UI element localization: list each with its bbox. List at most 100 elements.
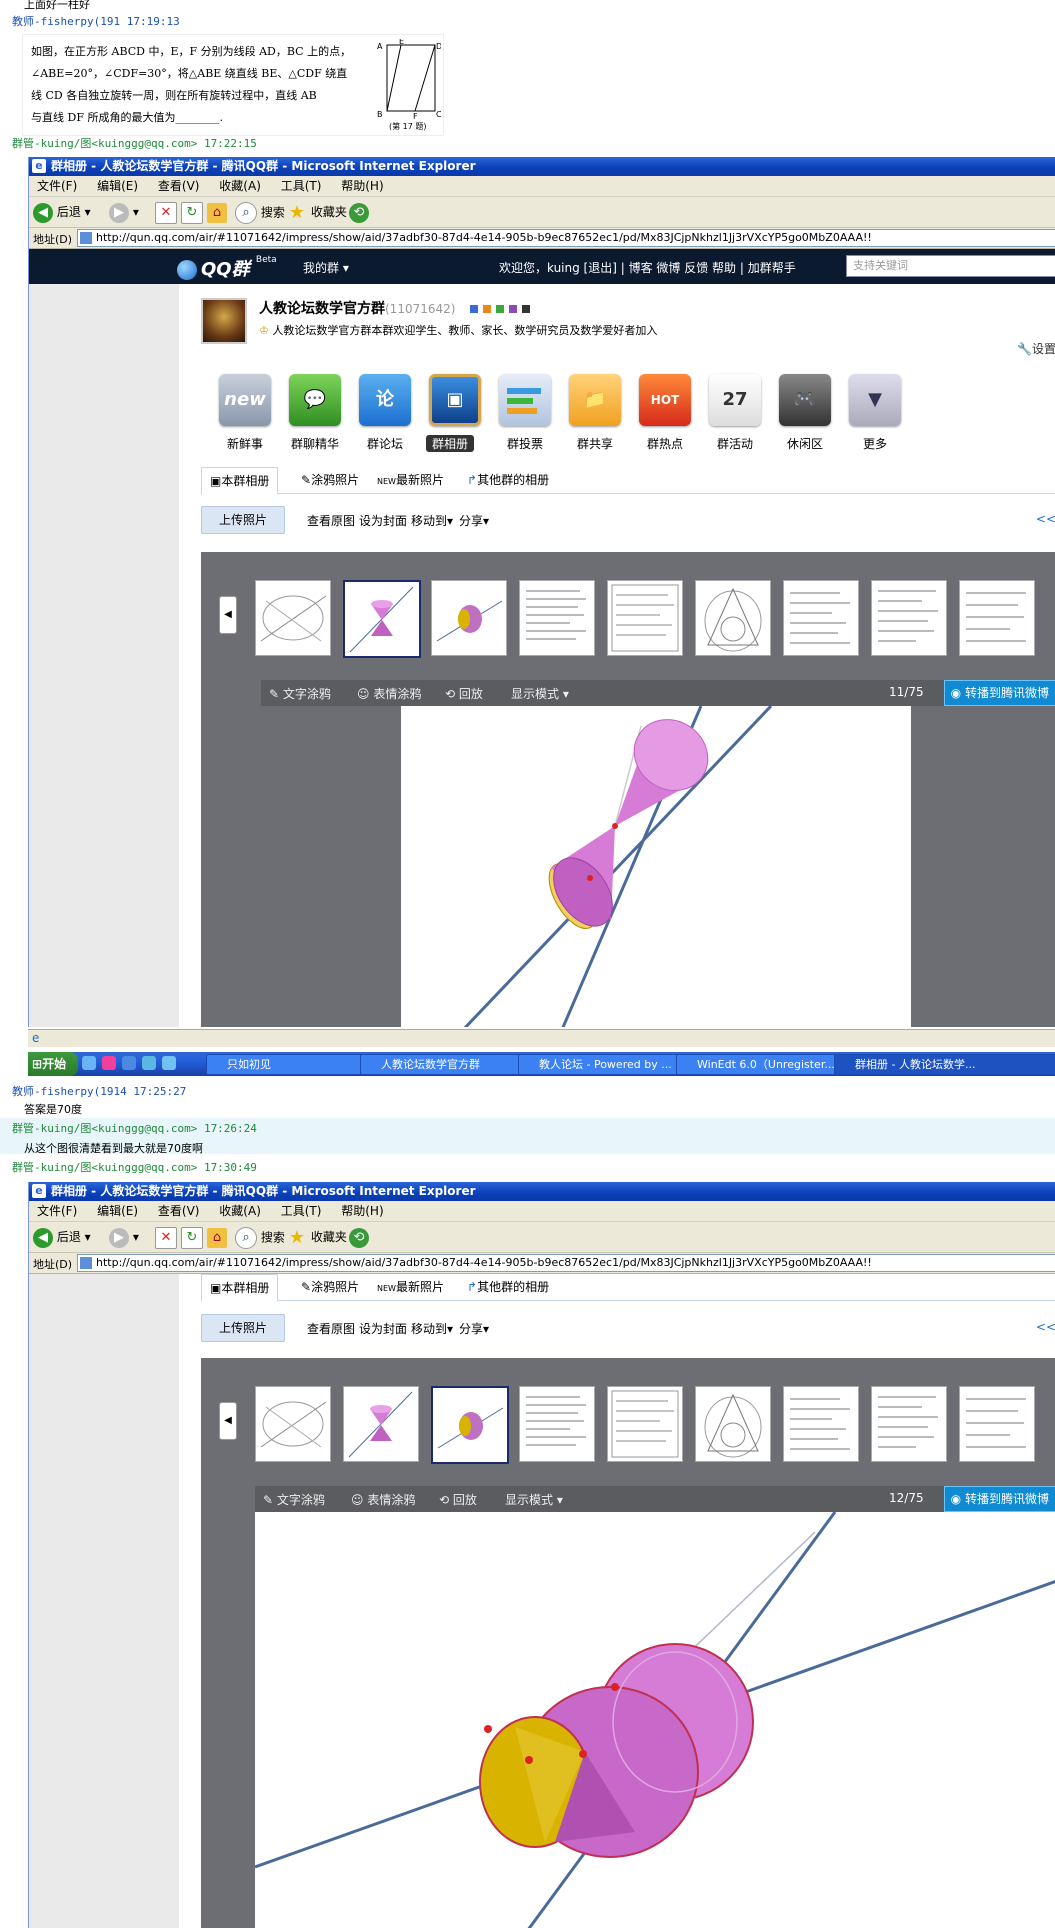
app-label-forum[interactable]: 群论坛	[349, 435, 421, 452]
thumbnail[interactable]	[871, 1386, 947, 1462]
thumbnail-selected[interactable]	[431, 1386, 509, 1464]
app-label-hot[interactable]: 群热点	[629, 435, 701, 452]
history-button[interactable]: ⟲	[349, 202, 369, 223]
tab-doodle[interactable]: ✎涂鸦照片	[293, 467, 367, 493]
thumbnail[interactable]	[343, 1386, 419, 1462]
favorites-button[interactable]: ★ 收藏夹	[287, 1227, 347, 1247]
thumbnail[interactable]	[431, 580, 507, 656]
group-search-input[interactable]: 支持关键词	[846, 255, 1055, 277]
forward-button[interactable]: ▶ ▾	[109, 1227, 139, 1248]
back-button[interactable]: ◀ 后退 ▾	[33, 1227, 91, 1248]
share-menu[interactable]: 分享▾	[459, 1320, 489, 1337]
task-button[interactable]: 人教论坛数学官方群	[360, 1054, 532, 1075]
thumbnail[interactable]	[695, 580, 771, 656]
quick-launch-icon[interactable]	[162, 1056, 176, 1070]
quick-launch-icon[interactable]	[82, 1056, 96, 1070]
tab-latest[interactable]: NEW最新照片	[369, 1274, 452, 1300]
start-button[interactable]: ⊞开始	[28, 1052, 78, 1076]
display-mode-menu[interactable]: 显示模式 ▾	[511, 685, 569, 702]
app-chat-icon[interactable]: 💬	[289, 374, 341, 426]
thumbnail[interactable]	[871, 580, 947, 656]
thumbnail[interactable]	[519, 580, 595, 656]
app-hot-icon[interactable]: HOT	[639, 374, 691, 426]
menu-view[interactable]: 查看(V)	[158, 176, 200, 196]
app-more-icon[interactable]: ▼	[849, 374, 901, 426]
task-button[interactable]: WinEdt 6.0（Unregister...	[676, 1054, 848, 1075]
welcome-links[interactable]: 欢迎您，kuing [退出] | 博客 微博 反馈 帮助 | 加群帮手	[499, 259, 796, 276]
search-button[interactable]: ⌕ 搜索	[235, 202, 285, 224]
qq-logo[interactable]: QQ群 Beta	[177, 255, 277, 281]
tab-other-albums[interactable]: ↱其他群的相册	[459, 1274, 557, 1300]
app-label-more[interactable]: 更多	[839, 435, 911, 452]
quick-launch-icon[interactable]	[142, 1056, 156, 1070]
display-mode-menu[interactable]: 显示模式 ▾	[505, 1491, 563, 1508]
view-original-link[interactable]: 查看原图	[307, 512, 355, 529]
replay-button[interactable]: ⟲ 回放	[439, 1491, 477, 1508]
app-label-activity[interactable]: 群活动	[699, 435, 771, 452]
back-button[interactable]: ◀ 后退 ▾	[33, 202, 91, 223]
thumbnail[interactable]	[607, 1386, 683, 1462]
thumb-prev-button[interactable]: ◀	[219, 596, 237, 634]
text-doodle-button[interactable]: ✎ 文字涂鸦	[263, 1491, 325, 1508]
app-news-icon[interactable]: new	[219, 374, 271, 426]
upload-photo-button[interactable]: 上传照片	[201, 506, 285, 534]
menu-view[interactable]: 查看(V)	[158, 1201, 200, 1221]
menu-edit[interactable]: 编辑(E)	[97, 176, 138, 196]
tab-this-album[interactable]: ▣本群相册	[201, 467, 279, 495]
view-original-link[interactable]: 查看原图	[307, 1320, 355, 1337]
thumbnail[interactable]	[695, 1386, 771, 1462]
app-forum-icon[interactable]: 论	[359, 374, 411, 426]
text-doodle-button[interactable]: ✎ 文字涂鸦	[269, 685, 331, 702]
thumbnail[interactable]	[783, 580, 859, 656]
menu-edit[interactable]: 编辑(E)	[97, 1201, 138, 1221]
tab-latest[interactable]: NEW最新照片	[369, 467, 452, 493]
app-game-icon[interactable]: 🎮	[779, 374, 831, 426]
thumbnail[interactable]	[959, 580, 1035, 656]
share-menu[interactable]: 分享▾	[459, 512, 489, 529]
menu-file[interactable]: 文件(F)	[37, 176, 77, 196]
upload-photo-button[interactable]: 上传照片	[201, 1314, 285, 1342]
thumbnail[interactable]	[255, 1386, 331, 1462]
thumbnail-selected[interactable]	[343, 580, 421, 658]
paging-prev[interactable]: <<	[1036, 1320, 1055, 1334]
task-button[interactable]: 只如初见	[206, 1054, 374, 1075]
refresh-button[interactable]: ↻	[181, 202, 203, 224]
app-share-folder-icon[interactable]: 📁	[569, 374, 621, 426]
thumbnail[interactable]	[519, 1386, 595, 1462]
menu-tools[interactable]: 工具(T)	[281, 1201, 322, 1221]
task-button-active[interactable]: 群相册 - 人教论坛数学...	[834, 1054, 1055, 1075]
share-weibo-button[interactable]: ◉ 转播到腾讯微博	[943, 1486, 1055, 1512]
forward-button[interactable]: ▶ ▾	[109, 202, 139, 223]
task-button[interactable]: 教人论坛 - Powered by ...	[518, 1054, 690, 1075]
home-button[interactable]: ⌂	[207, 202, 227, 223]
search-button[interactable]: ⌕ 搜索	[235, 1227, 285, 1249]
emoji-doodle-button[interactable]: ☺ 表情涂鸦	[357, 685, 421, 702]
app-album-icon[interactable]: ▣	[429, 374, 481, 426]
quick-launch-icon[interactable]	[122, 1056, 136, 1070]
move-to-menu[interactable]: 移动到▾	[411, 512, 453, 529]
stop-button[interactable]: ✕	[155, 1227, 177, 1249]
paging-prev[interactable]: <<	[1036, 512, 1055, 526]
stop-button[interactable]: ✕	[155, 202, 177, 224]
thumbnail[interactable]	[255, 580, 331, 656]
quick-launch-icon[interactable]	[102, 1056, 116, 1070]
tab-doodle[interactable]: ✎涂鸦照片	[293, 1274, 367, 1300]
move-to-menu[interactable]: 移动到▾	[411, 1320, 453, 1337]
share-weibo-button[interactable]: ◉ 转播到腾讯微博	[943, 680, 1055, 706]
app-label-news[interactable]: 新鲜事	[209, 435, 281, 452]
settings-link[interactable]: 🔧设置	[1017, 340, 1055, 357]
app-label-share[interactable]: 群共享	[559, 435, 631, 452]
menu-favorites[interactable]: 收藏(A)	[219, 176, 261, 196]
url-input[interactable]: http://qun.qq.com/air/#11071642/impress/…	[77, 1254, 1055, 1272]
thumbnail[interactable]	[959, 1386, 1035, 1462]
history-button[interactable]: ⟲	[349, 1227, 369, 1248]
menu-tools[interactable]: 工具(T)	[281, 176, 322, 196]
my-groups-menu[interactable]: 我的群 ▾	[303, 259, 349, 276]
thumbnail[interactable]	[607, 580, 683, 656]
app-label-album[interactable]: 群相册	[426, 435, 474, 452]
home-button[interactable]: ⌂	[207, 1227, 227, 1248]
group-avatar[interactable]	[201, 298, 247, 344]
tab-other-albums[interactable]: ↱其他群的相册	[459, 467, 557, 493]
menu-file[interactable]: 文件(F)	[37, 1201, 77, 1221]
favorites-button[interactable]: ★ 收藏夹	[287, 202, 347, 222]
